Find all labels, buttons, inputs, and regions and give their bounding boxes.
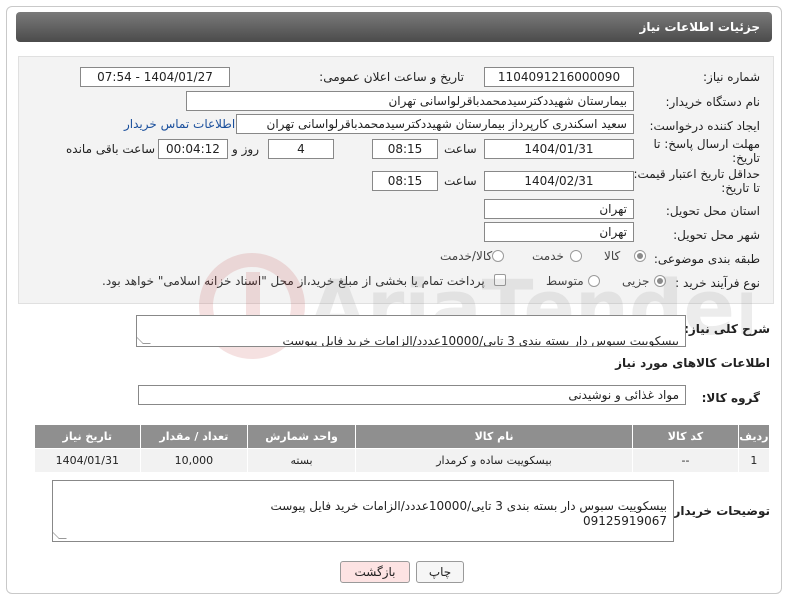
page-header: جزئیات اطلاعات نیاز xyxy=(16,12,772,42)
price-date-field[interactable]: 1404/02/31 xyxy=(484,171,634,191)
page-title: جزئیات اطلاعات نیاز xyxy=(639,20,760,34)
need-number-field[interactable]: 1104091216000090 xyxy=(484,67,634,87)
reply-deadline-label: مهلت ارسال پاسخ: تا xyxy=(653,137,760,151)
price-deadline-label-2: تا تاریخ: xyxy=(721,181,760,195)
goods-section-title: اطلاعات کالاهای مورد نیاز xyxy=(615,356,770,370)
province-label: استان محل تحویل: xyxy=(665,204,760,218)
price-time-field[interactable]: 08:15 xyxy=(372,171,438,191)
reply-date-field[interactable]: 1404/01/31 xyxy=(484,139,634,159)
cell-qty: 10,000 xyxy=(139,448,249,473)
price-time-label: ساعت xyxy=(444,174,477,188)
need-number-label: شماره نیاز: xyxy=(703,70,760,84)
purchase-option-medium: متوسط xyxy=(546,274,584,288)
province-field[interactable]: تهران xyxy=(484,199,634,219)
description-textarea[interactable]: بیسکوییت سبوس دار بسته بندی 3 تایی/10000… xyxy=(136,315,686,347)
city-label: شهر محل تحویل: xyxy=(673,228,760,242)
time-remaining-field[interactable]: 00:04:12 xyxy=(158,139,228,159)
price-deadline-label: حداقل تاریخ اعتبار قیمت: xyxy=(633,167,760,181)
table-row[interactable]: 1 -- بیسکوییت ساده و کرمدار بسته 10,000 … xyxy=(34,448,771,473)
goods-table-header: ردیف کد کالا نام کالا واحد شمارش تعداد /… xyxy=(34,424,771,449)
days-remaining-field[interactable]: 4 xyxy=(268,139,334,159)
goods-table: ردیف کد کالا نام کالا واحد شمارش تعداد /… xyxy=(34,424,771,473)
announce-date-label: تاریخ و ساعت اعلان عمومی: xyxy=(319,70,464,84)
buyer-contact-link[interactable]: اطلاعات تماس خریدار xyxy=(124,117,235,131)
city-field[interactable]: تهران xyxy=(484,222,634,242)
treasury-note: پرداخت تمام یا بخشی از مبلغ خرید،از محل … xyxy=(102,274,485,288)
col-row: ردیف xyxy=(737,424,771,449)
buyer-org-field[interactable]: بیمارستان شهیددکترسیدمحمدباقرلواسانی تهر… xyxy=(186,91,634,111)
back-button[interactable]: بازگشت xyxy=(340,561,410,583)
category-radio-service[interactable] xyxy=(570,250,582,262)
category-option-both: کالا/خدمت xyxy=(440,249,493,263)
description-label: شرح کلی نیاز: xyxy=(684,322,770,336)
col-code: کد کالا xyxy=(632,424,739,449)
description-text: بیسکوییت سبوس دار بسته بندی 3 تایی/10000… xyxy=(282,334,679,347)
goods-group-label: گروه کالا: xyxy=(701,391,760,405)
cell-row: 1 xyxy=(737,448,771,473)
col-qty: تعداد / مقدار xyxy=(139,424,249,449)
requester-label: ایجاد کننده درخواست: xyxy=(649,119,760,133)
cell-date: 1404/01/31 xyxy=(34,448,141,473)
cell-name: بیسکوییت ساده و کرمدار xyxy=(354,448,634,473)
col-date: تاریخ نیاز xyxy=(34,424,141,449)
reply-time-field[interactable]: 08:15 xyxy=(372,139,438,159)
category-option-goods: کالا xyxy=(604,249,621,263)
time-remaining-label: ساعت باقی مانده xyxy=(66,142,156,156)
purchase-option-minor: جزیی xyxy=(622,274,650,288)
cell-unit: بسته xyxy=(247,448,356,473)
resize-handle-notes[interactable] xyxy=(53,531,67,539)
buyer-org-label: نام دستگاه خریدار: xyxy=(665,95,761,109)
purchase-radio-minor[interactable] xyxy=(654,275,666,287)
requester-field[interactable]: سعید اسکندری کارپرداز بیمارستان شهیددکتر… xyxy=(236,114,634,134)
resize-handle[interactable] xyxy=(137,336,151,344)
buyer-notes-label: توضیحات خریدار: xyxy=(668,504,770,518)
category-option-service: خدمت xyxy=(532,249,564,263)
goods-group-field[interactable]: مواد غذائی و نوشیدنی xyxy=(138,385,686,405)
category-label: طبقه بندی موضوعی: xyxy=(653,252,760,266)
treasury-checkbox[interactable] xyxy=(494,274,506,286)
col-unit: واحد شمارش xyxy=(247,424,356,449)
category-radio-both[interactable] xyxy=(492,250,504,262)
days-label: روز و xyxy=(232,142,259,156)
col-name: نام کالا xyxy=(354,424,634,449)
purchase-type-label: نوع فرآیند خرید : xyxy=(675,276,760,290)
cell-code: -- xyxy=(632,448,739,473)
announce-date-field[interactable]: 1404/01/27 - 07:54 xyxy=(80,67,230,87)
category-radio-goods[interactable] xyxy=(634,250,646,262)
buyer-notes-textarea[interactable]: بیسکوییت سبوس دار بسته بندی 3 تایی/10000… xyxy=(52,480,674,542)
buyer-notes-text: بیسکوییت سبوس دار بسته بندی 3 تایی/10000… xyxy=(270,499,667,528)
reply-deadline-label-2: تاریخ: xyxy=(732,151,760,165)
purchase-radio-medium[interactable] xyxy=(588,275,600,287)
reply-time-label: ساعت xyxy=(444,142,477,156)
print-button[interactable]: چاپ xyxy=(416,561,464,583)
